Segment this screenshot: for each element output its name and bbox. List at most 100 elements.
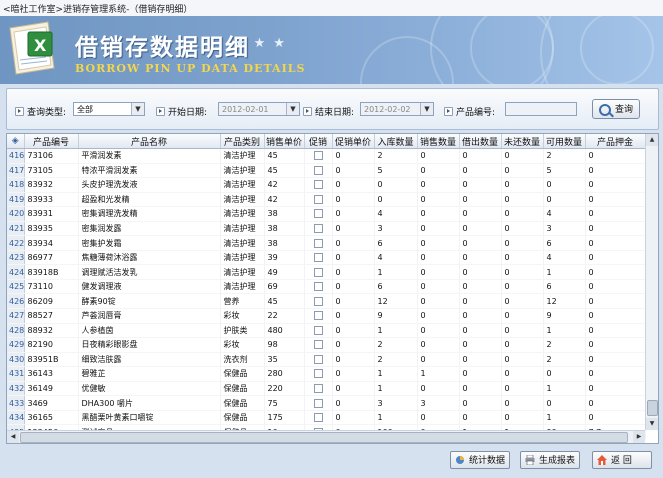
table-row[interactable]: 418 83932 头皮护理洗发液 清洁护理 42 0 0 0 0 0 0 0: [7, 177, 646, 193]
row-number[interactable]: 417: [7, 163, 25, 179]
table-cell[interactable]: 清洁护理: [220, 264, 265, 280]
horizontal-scrollbar[interactable]: ◀ ▶: [7, 430, 645, 443]
table-cell[interactable]: 220: [264, 381, 305, 397]
table-cell[interactable]: 护肤类: [220, 323, 265, 339]
table-cell[interactable]: 0: [501, 235, 544, 251]
table-cell[interactable]: 0: [585, 192, 646, 208]
table-cell[interactable]: 清洁护理: [220, 250, 265, 266]
table-cell[interactable]: 0: [501, 148, 544, 164]
table-cell[interactable]: 0: [501, 308, 544, 324]
table-cell[interactable]: 0: [332, 206, 375, 222]
column-header[interactable]: 销售单价: [264, 134, 305, 149]
table-cell[interactable]: 22: [264, 308, 305, 324]
table-cell[interactable]: 平滑润发素: [78, 148, 221, 164]
table-cell[interactable]: 头皮护理洗发液: [78, 177, 221, 193]
vertical-scrollbar[interactable]: ▲ ▼: [645, 134, 658, 430]
table-cell[interactable]: 0: [417, 163, 460, 179]
table-cell[interactable]: 39: [264, 250, 305, 266]
table-cell[interactable]: 清洁护理: [220, 163, 265, 179]
table-cell[interactable]: 0: [417, 308, 460, 324]
table-cell[interactable]: 保健品: [220, 366, 265, 382]
table-row[interactable]: 428 88932 人参植茵 护肤类 480 0 1 0 0 0 1 0: [7, 323, 646, 339]
stats-button[interactable]: 统计数据: [450, 451, 510, 469]
table-cell[interactable]: 0: [501, 264, 544, 280]
row-number[interactable]: 418: [7, 177, 25, 193]
row-number[interactable]: 430: [7, 352, 25, 368]
table-cell[interactable]: 0: [417, 177, 460, 193]
table-cell[interactable]: 0: [417, 206, 460, 222]
scroll-thumb[interactable]: [647, 400, 658, 416]
table-cell[interactable]: 清洁护理: [220, 235, 265, 251]
table-cell[interactable]: 0: [332, 395, 375, 411]
column-header[interactable]: 产品名称: [78, 134, 221, 149]
table-cell[interactable]: 0: [459, 395, 502, 411]
table-cell[interactable]: 83934: [24, 235, 79, 251]
table-cell[interactable]: 0: [585, 163, 646, 179]
checkbox-icon[interactable]: [313, 354, 323, 364]
end-date-picker[interactable]: 2012-02-02 ▼: [360, 102, 434, 116]
table-cell[interactable]: 细致洁肤露: [78, 352, 221, 368]
table-cell[interactable]: 35: [264, 352, 305, 368]
table-cell[interactable]: 9: [374, 308, 418, 324]
table-cell[interactable]: 0: [332, 381, 375, 397]
checkbox-icon[interactable]: [313, 325, 323, 335]
table-cell[interactable]: 6: [374, 279, 418, 295]
product-code-input[interactable]: [505, 102, 577, 116]
table-row[interactable]: 423 86977 焦糖薄荷沐浴露 清洁护理 39 0 4 0 0 0 4 0: [7, 250, 646, 266]
column-header[interactable]: 促销单价: [332, 134, 375, 149]
table-cell[interactable]: 清洁护理: [220, 221, 265, 237]
table-cell[interactable]: 0: [417, 250, 460, 266]
checkbox-icon[interactable]: [313, 384, 323, 394]
checkbox-icon[interactable]: [313, 253, 323, 263]
table-cell[interactable]: 0: [332, 163, 375, 179]
table-cell[interactable]: 12: [374, 293, 418, 310]
row-number[interactable]: 416: [7, 148, 25, 164]
table-cell[interactable]: 0: [585, 308, 646, 324]
table-cell[interactable]: 0: [459, 221, 502, 237]
promo-checkbox[interactable]: [304, 192, 333, 208]
promo-checkbox[interactable]: [304, 381, 333, 397]
table-cell[interactable]: 88527: [24, 308, 79, 324]
row-header-corner[interactable]: ◈: [7, 134, 25, 149]
table-cell[interactable]: 38: [264, 206, 305, 222]
table-cell[interactable]: 3: [374, 395, 418, 411]
table-cell[interactable]: 0: [332, 250, 375, 266]
table-cell[interactable]: 0: [459, 192, 502, 208]
table-cell[interactable]: 0: [332, 177, 375, 193]
column-header[interactable]: 借出数量: [459, 134, 502, 149]
table-cell[interactable]: 75: [264, 395, 305, 411]
table-cell[interactable]: 日夜精彩眼影盘: [78, 337, 221, 353]
table-cell[interactable]: 0: [332, 192, 375, 208]
promo-checkbox[interactable]: [304, 264, 333, 280]
table-cell[interactable]: 49: [264, 264, 305, 280]
table-cell[interactable]: 0: [501, 250, 544, 266]
start-date-picker[interactable]: 2012-02-01 ▼: [218, 102, 300, 116]
table-cell[interactable]: 82190: [24, 337, 79, 353]
table-cell[interactable]: 0: [501, 293, 544, 310]
row-number[interactable]: 429: [7, 337, 25, 353]
table-cell[interactable]: 清洁护理: [220, 177, 265, 193]
table-cell[interactable]: 0: [501, 323, 544, 339]
column-header[interactable]: 销售数量: [417, 134, 460, 149]
table-cell[interactable]: 0: [332, 308, 375, 324]
table-cell[interactable]: 6: [543, 235, 586, 251]
scroll-up-icon[interactable]: ▲: [646, 134, 658, 146]
table-cell[interactable]: 38: [264, 221, 305, 237]
table-cell[interactable]: 73110: [24, 279, 79, 295]
table-row[interactable]: 419 83933 超盈和光发精 清洁护理 42 0 0 0 0 0 0 0: [7, 192, 646, 208]
table-cell[interactable]: 0: [459, 264, 502, 280]
back-button[interactable]: 返 回: [592, 451, 652, 469]
table-cell[interactable]: 密集调理洗发精: [78, 206, 221, 222]
table-cell[interactable]: 2: [374, 352, 418, 368]
row-number[interactable]: 424: [7, 264, 25, 280]
table-cell[interactable]: 0: [501, 352, 544, 368]
table-cell[interactable]: 86209: [24, 293, 79, 310]
table-cell[interactable]: 0: [585, 235, 646, 251]
table-cell[interactable]: 调理赋活洁发乳: [78, 264, 221, 280]
table-cell[interactable]: 0: [332, 352, 375, 368]
table-cell[interactable]: 0: [585, 148, 646, 164]
table-cell[interactable]: 5: [543, 163, 586, 179]
table-cell[interactable]: 0: [417, 323, 460, 339]
table-cell[interactable]: 0: [459, 337, 502, 353]
table-cell[interactable]: 保健品: [220, 410, 265, 426]
